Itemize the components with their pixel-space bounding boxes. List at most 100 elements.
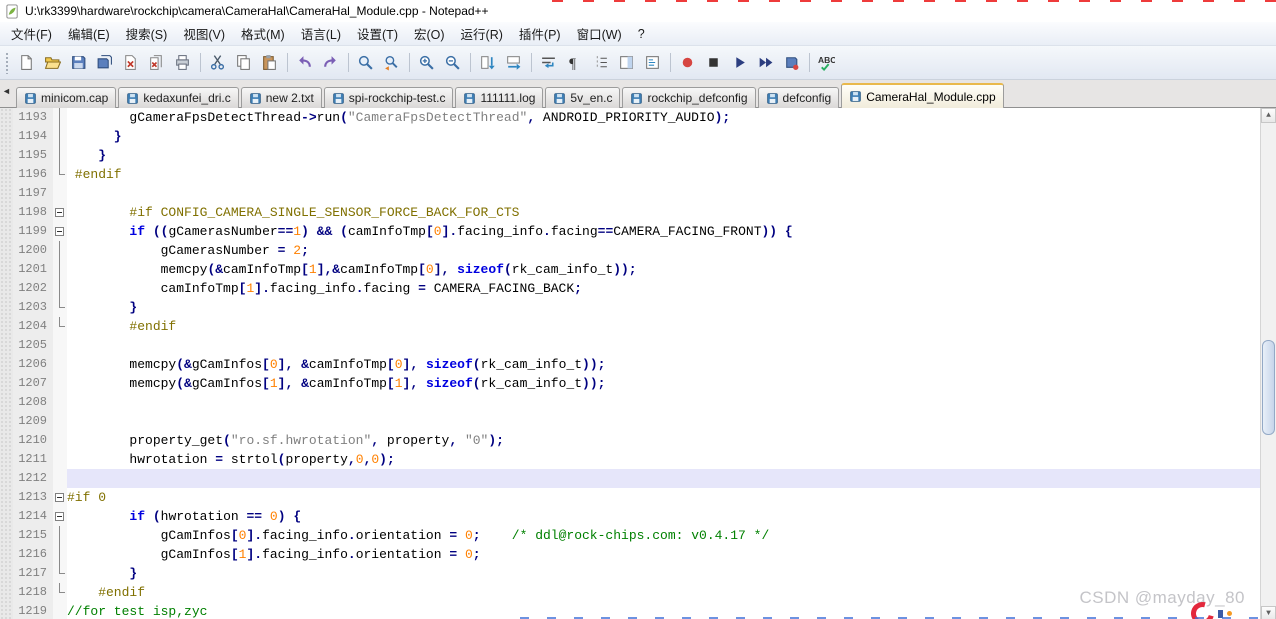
code-text[interactable]: #if CONFIG_CAMERA_SINGLE_SENSOR_FORCE_BA… [67,203,1260,222]
toolbar-grip-handle[interactable] [5,51,9,74]
code-text[interactable]: #endif [67,317,1260,336]
open-file-button[interactable] [41,51,65,75]
tab-5v_en.c[interactable]: 5v_en.c [545,87,621,108]
bookmark-margin[interactable] [0,583,13,602]
bookmark-margin[interactable] [0,222,13,241]
line-number[interactable]: 1197 [13,184,53,203]
line-number[interactable]: 1217 [13,564,53,583]
menu-edit[interactable]: 编辑(E) [60,21,118,46]
stop-macro-button[interactable] [702,51,726,75]
menu-settings[interactable]: 设置(T) [349,21,406,46]
scroll-down-button[interactable]: ▼ [1261,606,1276,619]
zoom-in-button[interactable] [415,51,439,75]
menu-window[interactable]: 窗口(W) [569,21,630,46]
line-number[interactable]: 1200 [13,241,53,260]
tab-new-2.txt[interactable]: new 2.txt [240,87,322,108]
close-button[interactable] [119,51,143,75]
bookmark-margin[interactable] [0,545,13,564]
code-text[interactable]: hwrotation = strtol(property,0,0); [67,450,1260,469]
fold-collapse-icon[interactable] [53,222,67,241]
tab-minicom.cap[interactable]: minicom.cap [16,87,117,108]
code-text[interactable] [67,184,1260,203]
bookmark-margin[interactable] [0,488,13,507]
menu-search[interactable]: 搜索(S) [118,21,176,46]
line-number[interactable]: 1213 [13,488,53,507]
line-number[interactable]: 1198 [13,203,53,222]
code-text[interactable] [67,393,1260,412]
menu-encoding[interactable]: 格式(M) [233,21,293,46]
line-number[interactable]: 1202 [13,279,53,298]
play-macro-button[interactable] [728,51,752,75]
bookmark-margin[interactable] [0,412,13,431]
line-number[interactable]: 1215 [13,526,53,545]
line-number[interactable]: 1208 [13,393,53,412]
line-number[interactable]: 1206 [13,355,53,374]
code-text[interactable]: } [67,127,1260,146]
code-text[interactable]: } [67,564,1260,583]
menu-run[interactable]: 运行(R) [453,21,511,46]
undo-button[interactable] [293,51,317,75]
line-number[interactable]: 1203 [13,298,53,317]
spell-check-button[interactable]: ABC [815,51,839,75]
zoom-out-button[interactable] [441,51,465,75]
tab-CameraHal_Module.cpp[interactable]: CameraHal_Module.cpp [841,83,1004,108]
menu-language[interactable]: 语言(L) [293,21,349,46]
fold-collapse-icon[interactable] [53,507,67,526]
line-number[interactable]: 1211 [13,450,53,469]
menu-macro[interactable]: 宏(O) [406,21,453,46]
document-map-button[interactable] [615,51,639,75]
indent-guide-button[interactable] [589,51,613,75]
code-text[interactable]: memcpy(&gCamInfos[1], &camInfoTmp[1], si… [67,374,1260,393]
tab-rockchip_defconfig[interactable]: rockchip_defconfig [622,87,756,108]
tab-spi-rockchip-test.c[interactable]: spi-rockchip-test.c [323,87,454,108]
bookmark-margin[interactable] [0,108,13,127]
function-list-button[interactable] [641,51,665,75]
line-number[interactable]: 1214 [13,507,53,526]
new-file-button[interactable] [15,51,39,75]
sync-horizontal-button[interactable] [502,51,526,75]
bookmark-margin[interactable] [0,336,13,355]
line-number[interactable]: 1212 [13,469,53,488]
line-number[interactable]: 1204 [13,317,53,336]
line-number[interactable]: 1209 [13,412,53,431]
bookmark-margin[interactable] [0,184,13,203]
line-number[interactable]: 1207 [13,374,53,393]
line-number[interactable]: 1199 [13,222,53,241]
run-macro-multiple-button[interactable] [754,51,778,75]
bookmark-margin[interactable] [0,165,13,184]
bookmark-margin[interactable] [0,507,13,526]
code-text[interactable]: } [67,298,1260,317]
bookmark-margin[interactable] [0,298,13,317]
bookmark-margin[interactable] [0,260,13,279]
code-text[interactable]: if ((gCamerasNumber==1) && (camInfoTmp[0… [67,222,1260,241]
bookmark-margin[interactable] [0,564,13,583]
code-text[interactable]: camInfoTmp[1].facing_info.facing = CAMER… [67,279,1260,298]
line-number[interactable]: 1216 [13,545,53,564]
menu-file[interactable]: 文件(F) [3,21,60,46]
replace-button[interactable] [380,51,404,75]
bookmark-margin[interactable] [0,602,13,619]
code-text[interactable]: } [67,146,1260,165]
word-wrap-button[interactable] [537,51,561,75]
scrollbar-thumb[interactable] [1262,340,1275,435]
code-text[interactable]: if (hwrotation == 0) { [67,507,1260,526]
code-text[interactable] [67,469,1260,488]
cut-button[interactable] [206,51,230,75]
line-number[interactable]: 1195 [13,146,53,165]
save-all-button[interactable] [93,51,117,75]
tab-scroll-left-button[interactable]: ◄ [2,87,11,96]
menu-plugins[interactable]: 插件(P) [511,21,569,46]
code-text[interactable]: property_get("ro.sf.hwrotation", propert… [67,431,1260,450]
line-number[interactable]: 1205 [13,336,53,355]
bookmark-margin[interactable] [0,146,13,165]
bookmark-margin[interactable] [0,203,13,222]
show-all-characters-button[interactable]: ¶ [563,51,587,75]
redo-button[interactable] [319,51,343,75]
paste-button[interactable] [258,51,282,75]
bookmark-margin[interactable] [0,374,13,393]
print-button[interactable] [171,51,195,75]
bookmark-margin[interactable] [0,450,13,469]
scroll-up-button[interactable]: ▲ [1261,108,1276,123]
code-text[interactable]: #endif [67,165,1260,184]
line-number[interactable]: 1219 [13,602,53,619]
